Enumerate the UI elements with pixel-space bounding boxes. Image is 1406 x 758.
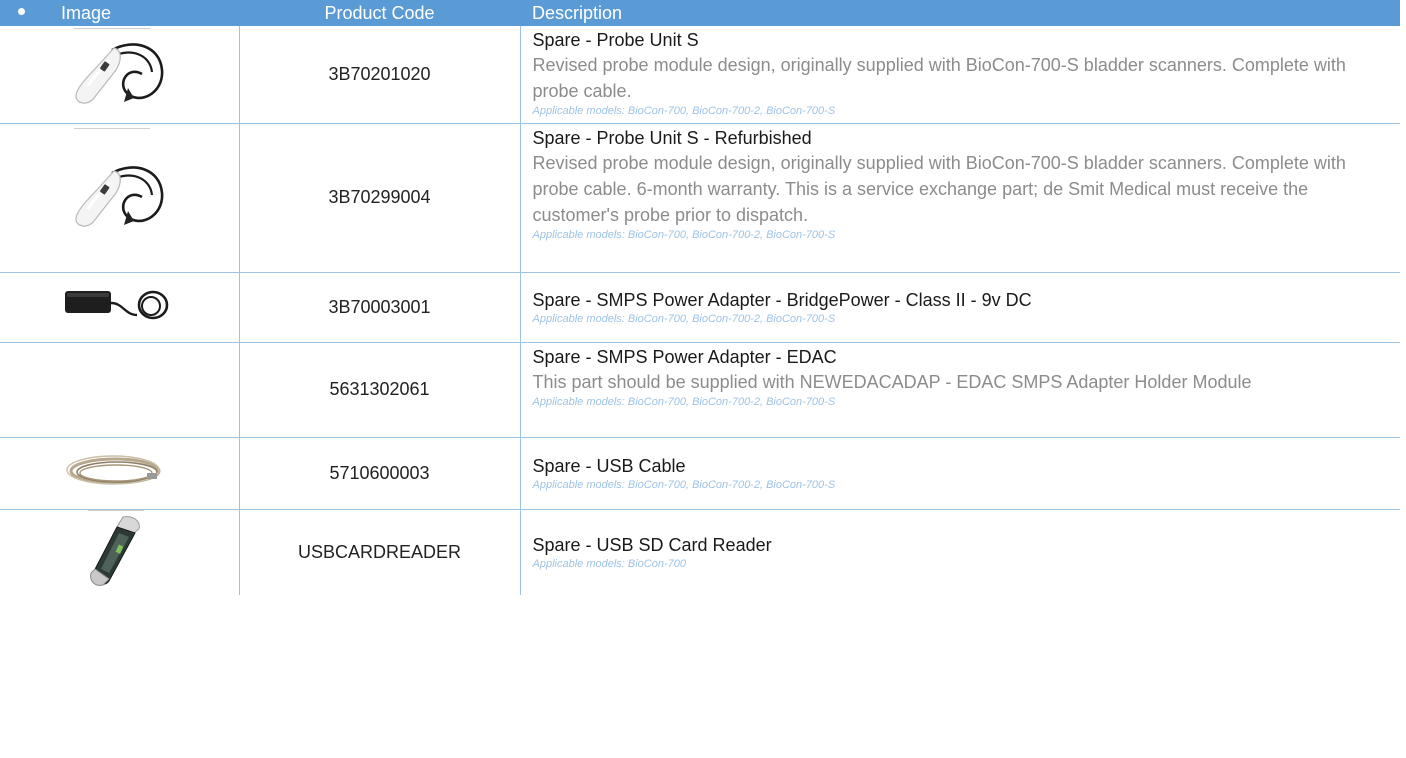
product-description: Revised probe module design, originally …	[532, 55, 1346, 101]
applicable-models: Applicable models: BioCon-700, BioCon-70…	[532, 105, 836, 117]
applicable-models: Applicable models: BioCon-700, BioCon-70…	[532, 228, 836, 241]
product-code: 5710600003	[239, 437, 521, 510]
image-border	[74, 28, 150, 29]
image-border	[88, 509, 144, 511]
power-adapter-icon	[65, 290, 169, 319]
applicable-models: Applicable models: BioCon-700, BioCon-70…	[532, 479, 836, 491]
image-cell	[0, 342, 240, 438]
product-code: 5631302061	[239, 342, 521, 438]
probe-unit-icon	[75, 42, 164, 104]
description-cell: Spare - SMPS Power Adapter - EDAC This p…	[520, 342, 1400, 438]
image-cell	[0, 437, 240, 510]
product-code: USBCARDREADER	[239, 509, 521, 595]
product-title: Spare - USB Cable	[532, 456, 686, 476]
description-cell: Spare - USB Cable Applicable models: Bio…	[520, 437, 1400, 510]
product-code: 3B70201020	[239, 26, 521, 124]
product-code: 3B70003001	[239, 272, 521, 343]
parts-sheet: Image Product Code Description 3B7020102…	[0, 0, 1400, 758]
applicable-models: Applicable models: BioCon-700	[532, 558, 686, 570]
applicable-models: Applicable models: BioCon-700, BioCon-70…	[532, 313, 836, 325]
product-description: This part should be supplied with NEWEDA…	[532, 371, 1252, 392]
table-row: 3B70201020 Spare - Probe Unit S Revised …	[0, 26, 1400, 124]
image-border	[74, 127, 150, 129]
card-reader-icon	[90, 515, 141, 586]
table-header: Image Product Code Description	[0, 0, 1400, 26]
header-product-code: Product Code	[324, 2, 435, 23]
bullet-icon	[18, 8, 25, 16]
parts-table: Image Product Code Description 3B7020102…	[0, 0, 1400, 595]
table-row: 5631302061 Spare - SMPS Power Adapter - …	[0, 342, 1400, 438]
description-cell: Spare - Probe Unit S - Refurbished Revis…	[520, 123, 1400, 273]
description-cell: Spare - SMPS Power Adapter - BridgePower…	[520, 272, 1400, 343]
header-image-label: Image	[61, 2, 112, 23]
product-title: Spare - SMPS Power Adapter - EDAC	[532, 346, 837, 367]
product-title: Spare - USB SD Card Reader	[532, 535, 772, 555]
image-cell	[0, 509, 240, 595]
description-cell: Spare - Probe Unit S Revised probe modul…	[520, 26, 1400, 124]
product-description: Revised probe module design, originally …	[532, 152, 1346, 225]
product-code: 3B70299004	[239, 123, 521, 273]
product-title: Spare - Probe Unit S	[532, 30, 699, 50]
product-title: Spare - Probe Unit S - Refurbished	[532, 127, 812, 148]
description-cell: Spare - USB SD Card Reader Applicable mo…	[520, 509, 1400, 595]
usb-cable-icon	[66, 454, 161, 485]
image-cell	[0, 272, 240, 343]
image-cell	[0, 26, 240, 124]
table-row: 3B70003001 Spare - SMPS Power Adapter - …	[0, 272, 1400, 343]
product-title: Spare - SMPS Power Adapter - BridgePower…	[532, 290, 1032, 310]
image-cell	[0, 123, 240, 273]
applicable-models: Applicable models: BioCon-700, BioCon-70…	[532, 395, 836, 408]
probe-unit-icon	[75, 166, 164, 227]
header-description: Description	[532, 2, 623, 23]
header-image: Image	[0, 0, 239, 26]
table-row: 5710600003 Spare - USB Cable Applicable …	[0, 437, 1400, 510]
table-row: USBCARDREADER Spare - USB SD Card Reader…	[0, 509, 1400, 595]
table-row: 3B70299004 Spare - Probe Unit S - Refurb…	[0, 123, 1400, 273]
